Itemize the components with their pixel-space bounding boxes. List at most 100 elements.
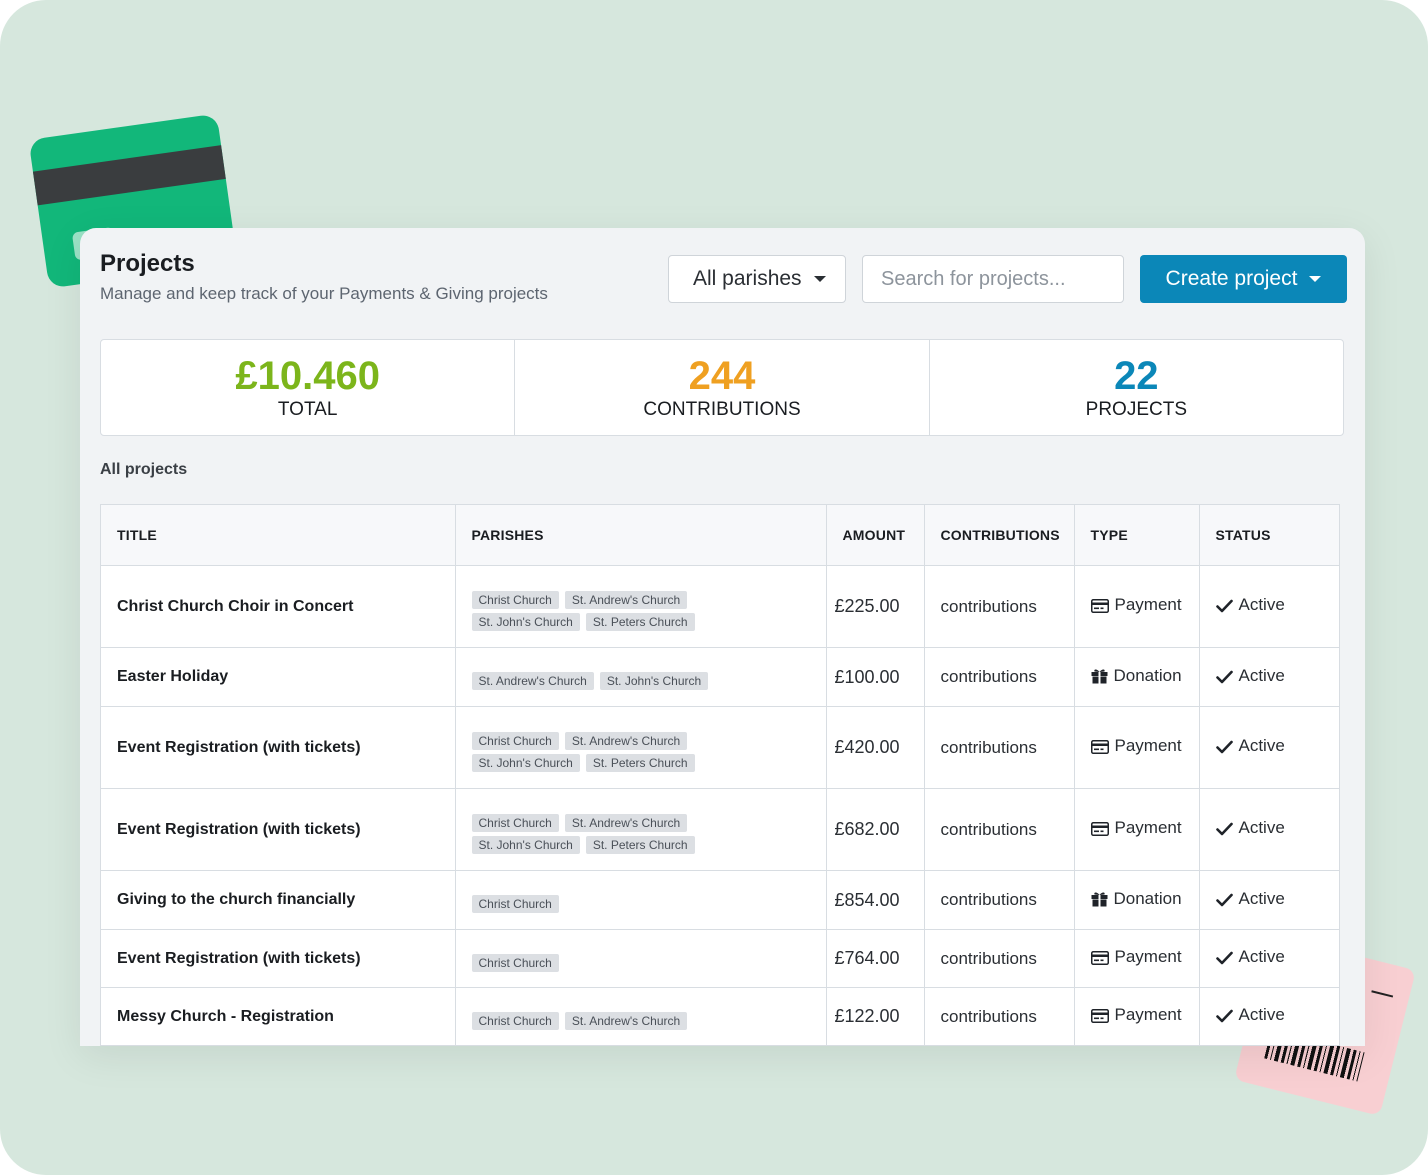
credit-card-icon xyxy=(1090,821,1109,841)
project-title[interactable]: Giving to the church financially xyxy=(101,870,456,930)
parishes-cell: St. Andrew's Church St. John's Church xyxy=(455,647,827,707)
parish-tags: Christ Church St. Andrew's Church St. John… xyxy=(471,583,712,631)
project-title[interactable]: Messy Church - Registration xyxy=(101,987,456,1046)
parish-tag: Christ Church xyxy=(471,1011,559,1030)
type-label: Payment xyxy=(1114,595,1182,614)
project-title[interactable]: Event Registration (with tickets) xyxy=(101,706,456,789)
parish-tag: St. Andrew's Church xyxy=(564,731,688,750)
type-cell: Payment xyxy=(1074,987,1200,1046)
card-stripe xyxy=(28,142,238,207)
table-row[interactable]: Event Registration (with tickets) Christ … xyxy=(101,706,1339,789)
checkmark-icon xyxy=(1215,950,1233,970)
table-row[interactable]: Messy Church - Registration Christ Church… xyxy=(101,987,1339,1046)
parish-tag: Christ Church xyxy=(471,895,559,913)
checkmark-icon xyxy=(1215,739,1233,759)
parish-filter-dropdown[interactable]: All parishes xyxy=(668,255,846,303)
column-header-title[interactable]: TITLE xyxy=(101,505,456,566)
column-header-status[interactable]: STATUS xyxy=(1199,505,1339,566)
gift-icon xyxy=(1091,891,1108,912)
gift-icon xyxy=(1091,668,1108,689)
type-cell: Donation xyxy=(1074,870,1200,930)
status-label: Active xyxy=(1238,595,1285,614)
parish-tag: St. John's Church xyxy=(471,612,580,631)
parishes-cell: Christ Church xyxy=(455,929,827,988)
checkmark-icon xyxy=(1215,1008,1233,1028)
contributions-cell: contributions xyxy=(924,870,1075,930)
credit-card-icon xyxy=(1090,1008,1109,1028)
type-cell: Payment xyxy=(1074,788,1200,871)
type-cell: Donation xyxy=(1074,647,1200,707)
amount-cell: £100.00 xyxy=(826,647,925,707)
amount-cell: £122.00 xyxy=(826,987,925,1046)
stat-contributions: 244 CONTRIBUTIONS xyxy=(515,340,930,435)
amount-cell: £764.00 xyxy=(826,929,925,988)
status-label: Active xyxy=(1238,888,1285,908)
section-title: All projects xyxy=(100,461,188,478)
parish-tags: Christ Church xyxy=(471,887,712,913)
stat-label: CONTRIBUTIONS xyxy=(643,398,801,420)
table-row[interactable]: Event Registration (with tickets) Christ … xyxy=(101,929,1339,988)
type-cell: Payment xyxy=(1074,929,1200,988)
parish-tag: St. Peters Church xyxy=(585,835,695,854)
parish-tags: Christ Church St. Andrew's Church St. John… xyxy=(471,724,712,772)
type-label: Donation xyxy=(1113,888,1182,908)
parish-tag: St. Andrew's Church xyxy=(564,813,688,832)
credit-card-icon xyxy=(1090,739,1109,759)
column-header-type[interactable]: TYPE xyxy=(1074,505,1200,566)
page-subtitle: Manage and keep track of your Payments &… xyxy=(100,284,548,303)
parish-tag: St. Andrew's Church xyxy=(564,1011,688,1030)
parishes-cell: Christ Church xyxy=(455,870,827,930)
parish-tag: St. Andrew's Church xyxy=(471,672,594,690)
column-header-parishes[interactable]: PARISHES xyxy=(455,505,827,566)
status-label: Active xyxy=(1238,818,1285,837)
parish-tag: St. John's Church xyxy=(599,672,709,690)
status-cell: Active xyxy=(1199,788,1339,871)
status-cell: Active xyxy=(1199,929,1339,988)
projects-panel: Projects Manage and keep track of your P… xyxy=(80,228,1365,1046)
project-title[interactable]: Easter Holiday xyxy=(101,647,456,707)
contributions-cell: contributions xyxy=(924,706,1075,789)
table-row[interactable]: Easter Holiday St. Andrew's Church St. Joh… xyxy=(101,647,1339,707)
parish-tag: Christ Church xyxy=(471,590,559,609)
background: Projects Manage and keep track of your P… xyxy=(0,0,1428,1175)
contributions-cell: contributions xyxy=(924,565,1075,648)
column-header-contributions[interactable]: CONTRIBUTIONS xyxy=(924,505,1075,566)
projects-table: TITLE PARISHES AMOUNT CONTRIBUTIONS TYPE… xyxy=(100,504,1340,1046)
status-label: Active xyxy=(1238,1005,1285,1024)
project-title[interactable]: Event Registration (with tickets) xyxy=(101,788,456,871)
credit-card-icon xyxy=(1090,950,1109,970)
table-row[interactable]: Giving to the church financially Christ C… xyxy=(101,870,1339,930)
checkmark-icon xyxy=(1215,892,1233,912)
status-cell: Active xyxy=(1199,565,1339,648)
parish-filter-label: All parishes xyxy=(693,267,802,290)
column-header-amount[interactable]: AMOUNT xyxy=(826,505,925,566)
amount-cell: £854.00 xyxy=(826,870,925,930)
parish-tags: St. Andrew's Church St. John's Church xyxy=(471,664,712,690)
create-project-button[interactable]: Create project xyxy=(1140,255,1347,303)
type-label: Payment xyxy=(1114,1005,1182,1024)
contributions-cell: contributions xyxy=(924,929,1075,988)
parish-tags: Christ Church St. Andrew's Church xyxy=(471,1004,712,1030)
search-input[interactable] xyxy=(862,255,1124,303)
parishes-cell: Christ Church St. Andrew's Church xyxy=(455,987,827,1046)
status-cell: Active xyxy=(1199,987,1339,1046)
stat-value: 244 xyxy=(688,353,756,398)
parish-tag: St. Peters Church xyxy=(585,612,695,631)
status-label: Active xyxy=(1238,947,1285,966)
parish-tag: St. Andrew's Church xyxy=(564,590,688,609)
project-title[interactable]: Event Registration (with tickets) xyxy=(101,929,456,988)
chevron-down-icon xyxy=(1309,276,1322,282)
chevron-down-icon xyxy=(813,276,826,282)
parish-tag: St. John's Church xyxy=(471,835,580,854)
credit-card-icon xyxy=(1090,598,1109,618)
table-row[interactable]: Event Registration (with tickets) Christ … xyxy=(101,788,1339,871)
ticket-line xyxy=(1371,990,1394,998)
type-label: Payment xyxy=(1114,818,1182,837)
stat-projects: 22 PROJECTS xyxy=(930,340,1343,435)
table-row[interactable]: Christ Church Choir in Concert Christ Chu… xyxy=(101,565,1339,648)
create-project-label: Create project xyxy=(1165,267,1298,290)
parish-tags: Christ Church St. Andrew's Church St. John… xyxy=(471,806,712,854)
status-cell: Active xyxy=(1199,870,1339,930)
project-title[interactable]: Christ Church Choir in Concert xyxy=(101,565,456,648)
page-title: Projects xyxy=(100,250,195,277)
